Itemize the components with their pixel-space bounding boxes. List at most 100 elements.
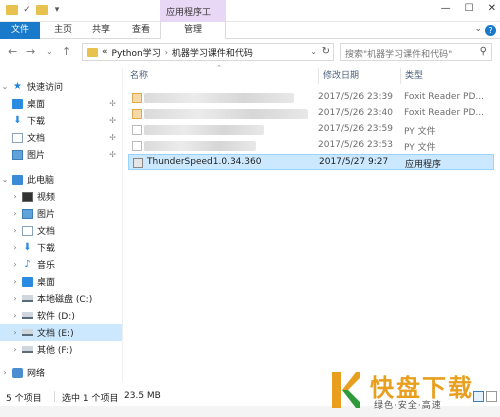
nav-network[interactable]: › 网络 [0,364,122,381]
blurred-file-name [144,141,256,151]
search-icon: ⚲ [479,46,487,57]
collapse-chevron-icon[interactable]: ⌄ [0,82,10,91]
drive-icon [22,346,33,353]
watermark-slogan: 绿色·安全·高速 [374,401,442,411]
file-date: 2017/5/26 23:53 [318,140,393,150]
breadcrumb-overflow[interactable]: « [102,47,108,57]
tab-view[interactable]: 查看 [126,22,156,39]
nav-label: 下载 [37,244,56,254]
recent-chevron-icon[interactable]: ⌄ [46,47,53,56]
computer-icon [12,174,23,185]
expand-chevron-icon[interactable]: › [10,192,20,201]
file-row[interactable]: 2017/5/26 23:53 PY 文件 [128,138,494,154]
music-note-icon: ♪ [24,258,31,270]
nav-label: 文档 [27,134,46,144]
forward-arrow-icon[interactable]: → [26,45,35,58]
nav-pc-music[interactable]: › ♪ 音乐 [0,256,122,273]
nav-drive-e[interactable]: › 文档 (E:) [0,324,122,341]
nav-drive-d[interactable]: › 软件 (D:) [0,307,122,324]
column-header-type[interactable]: 类型 [400,68,423,84]
address-folder-icon [87,47,98,57]
file-row-selected[interactable]: ThunderSpeed1.0.34.360 2017/5/27 9:27 应用… [128,154,494,170]
expand-chevron-icon[interactable]: › [10,277,20,286]
context-tab-title: 应用程序工 [160,0,226,22]
nav-quick-downloads[interactable]: ⬇ 下载 ✢ [0,112,122,129]
expand-chevron-icon[interactable]: › [10,226,20,235]
tab-share[interactable]: 共享 [86,22,116,39]
pdf-file-icon [132,109,142,119]
nav-label: 文档 (E:) [37,329,74,339]
navigation-row: ← → ⌄ ↑ « Python学习 › 机器学习课件和代码 ⌄ ↻ 搜索"机器… [0,39,500,65]
nav-this-pc[interactable]: ⌄ 此电脑 [0,171,122,188]
file-row[interactable]: 2017/5/26 23:59 PY 文件 [128,122,494,138]
expand-chevron-icon[interactable]: › [0,368,10,377]
refresh-icon[interactable]: ↻ [322,46,330,57]
nav-label: 本地磁盘 (C:) [37,295,93,305]
pin-icon: ✢ [109,116,116,125]
expand-chevron-icon[interactable]: › [10,294,20,303]
new-folder-icon[interactable] [36,4,48,16]
title-bar: ✓ ▾ 应用程序工 — ☐ ✕ [0,0,500,22]
breadcrumb-python[interactable]: Python学习 [112,46,161,59]
breadcrumb-separator-icon[interactable]: › [165,48,168,57]
nav-label: 快速访问 [27,83,64,93]
nav-pc-pictures[interactable]: › 图片 [0,205,122,222]
picture-icon [12,149,23,160]
nav-pc-videos[interactable]: › 视频 [0,188,122,205]
app-folder-icon [6,4,18,16]
address-dropdown-icon[interactable]: ⌄ [310,47,317,56]
search-input[interactable]: 搜索"机器学习课件和代码" ⚲ [340,43,492,61]
expand-chevron-icon[interactable]: › [10,345,20,354]
tab-home[interactable]: 主页 [48,22,78,39]
selected-size: 23.5 MB [124,391,161,401]
tab-file[interactable]: 文件 [0,22,40,39]
nav-label: 文档 [37,227,56,237]
expand-chevron-icon[interactable]: › [10,328,20,337]
application-icon [133,158,143,168]
expand-chevron-icon[interactable]: › [10,311,20,320]
pin-icon: ✢ [109,99,116,108]
file-row[interactable]: 2017/5/26 23:40 Foxit Reader PD... [128,106,494,122]
pane-splitter[interactable] [122,68,123,382]
column-header-name[interactable]: 名称 [130,68,148,84]
nav-pc-downloads[interactable]: › ⬇ 下载 [0,239,122,256]
maximize-button[interactable]: ☐ [465,3,474,14]
pin-icon: ✢ [109,150,116,159]
properties-icon[interactable]: ✓ [21,4,33,16]
address-bar[interactable]: « Python学习 › 机器学习课件和代码 ⌄ ↻ [82,43,334,61]
file-type: PY 文件 [404,143,436,153]
nav-quick-documents[interactable]: 文档 ✢ [0,129,122,146]
nav-drive-c[interactable]: › 本地磁盘 (C:) [0,290,122,307]
nav-pc-desktop[interactable]: › 桌面 [0,273,122,290]
minimize-button[interactable]: — [441,3,451,14]
up-arrow-icon[interactable]: ↑ [62,45,71,58]
column-header-date[interactable]: 修改日期 [318,68,359,84]
k-logo-icon [332,372,360,408]
nav-label: 桌面 [37,278,56,288]
nav-drive-f[interactable]: › 其他 (F:) [0,341,122,358]
back-arrow-icon[interactable]: ← [8,45,17,58]
nav-quick-pictures[interactable]: 图片 ✢ [0,146,122,163]
qat-dropdown-icon[interactable]: ▾ [51,4,63,16]
drive-icon [22,295,33,302]
expand-chevron-icon[interactable]: › [10,260,20,269]
nav-pc-documents[interactable]: › 文档 [0,222,122,239]
nav-quick-access[interactable]: ⌄ ★ 快速访问 [0,78,122,95]
nav-label: 图片 [27,151,46,161]
sort-arrow-icon: ⌃ [216,64,222,72]
file-date: 2017/5/26 23:59 [318,124,393,134]
breadcrumb-ml-course[interactable]: 机器学习课件和代码 [172,46,253,59]
expand-chevron-icon[interactable]: › [10,209,20,218]
ribbon-expand-icon[interactable]: ⌄ [474,24,482,34]
file-date: 2017/5/27 9:27 [319,157,389,167]
expand-chevron-icon[interactable]: › [10,243,20,252]
ribbon-tabs: 文件 主页 共享 查看 管理 ⌄ ? [0,22,500,39]
file-row[interactable]: 2017/5/26 23:39 Foxit Reader PD... [128,90,494,106]
item-count: 5 个项目 [6,394,42,404]
close-button[interactable]: ✕ [488,3,496,14]
nav-quick-desktop[interactable]: 桌面 ✢ [0,95,122,112]
collapse-chevron-icon[interactable]: ⌄ [0,175,10,184]
help-icon[interactable]: ? [485,25,496,36]
tab-manage[interactable]: 管理 [160,22,226,39]
document-icon [22,225,33,236]
